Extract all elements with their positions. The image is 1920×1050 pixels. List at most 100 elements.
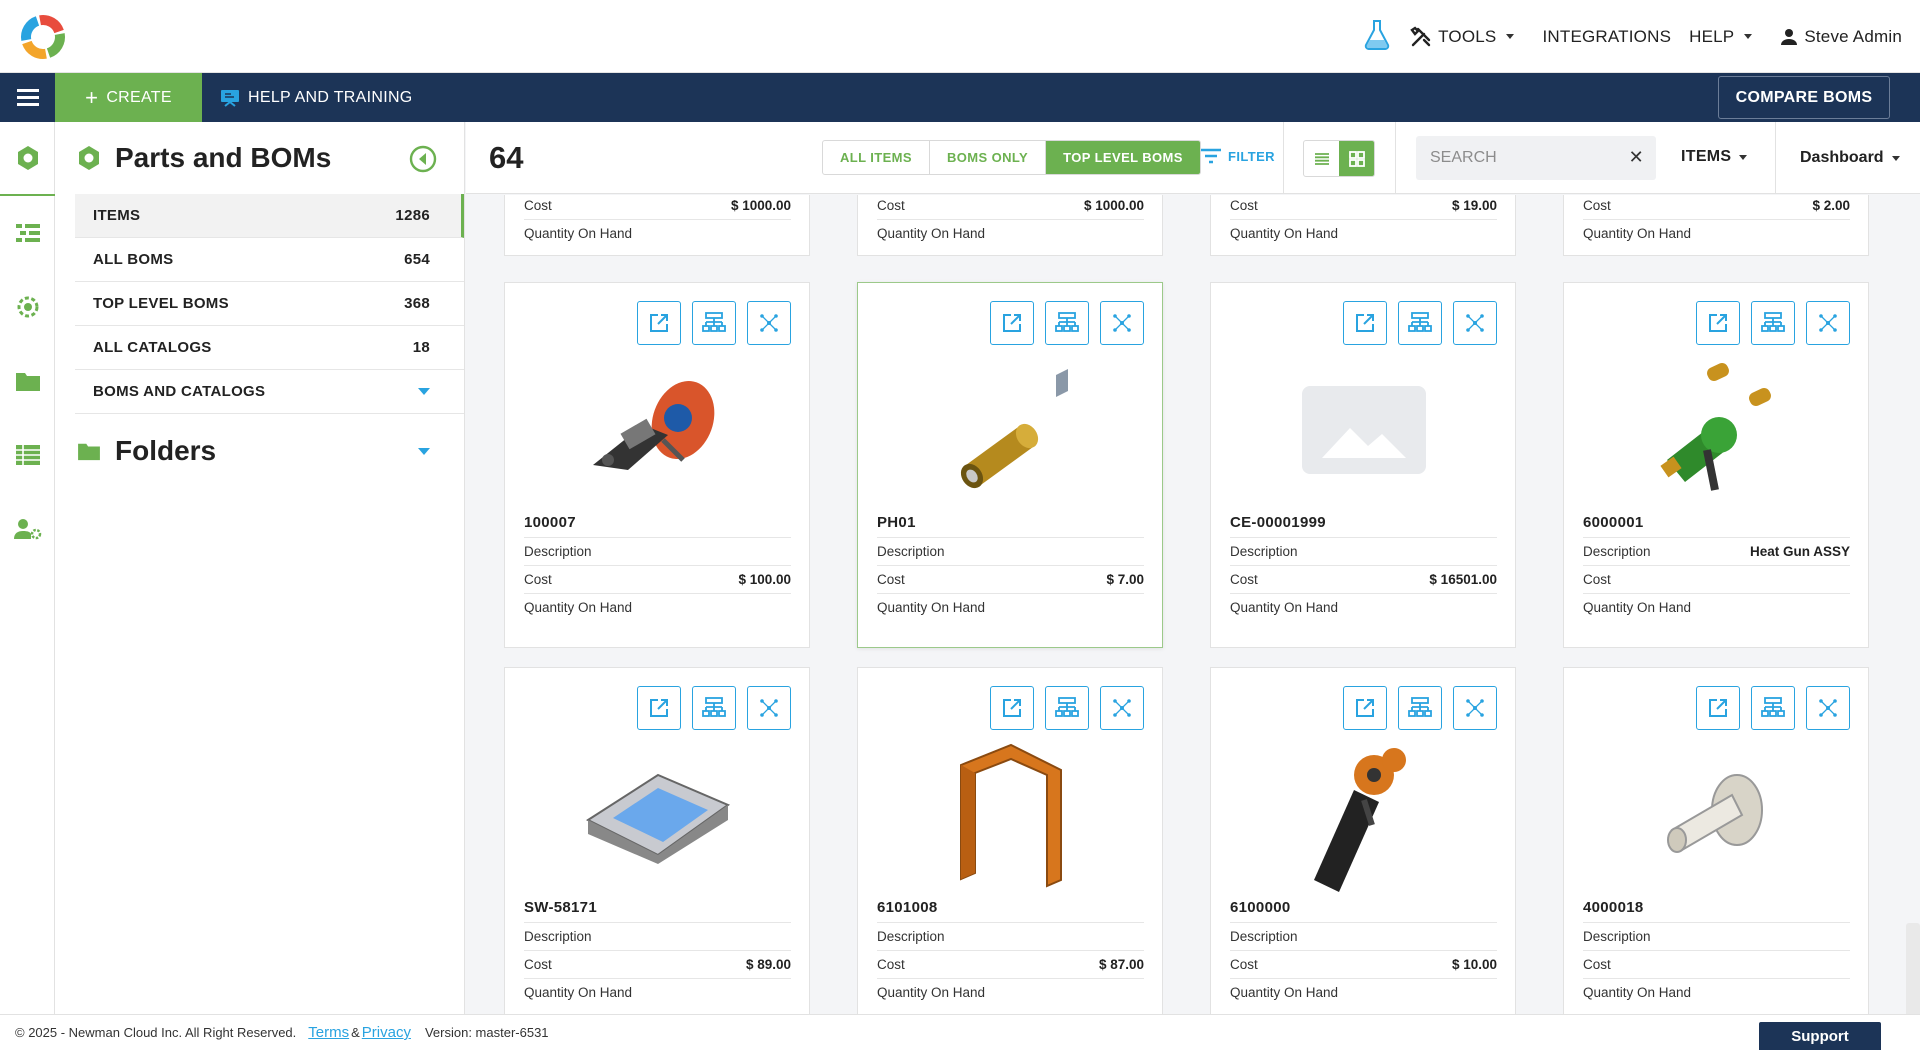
items-dropdown[interactable]: ITEMS [1681,148,1748,166]
segment-top-level-boms[interactable]: TOP LEVEL BOMS [1046,141,1200,174]
where-used-button[interactable] [1453,686,1497,730]
item-card[interactable]: Cost $ 1000.00 Quantity On Hand [504,195,810,256]
open-item-button[interactable] [990,686,1034,730]
menu-icon[interactable] [0,73,55,122]
sidebar-item-top-level-boms[interactable]: TOP LEVEL BOMS 368 [75,282,464,326]
chevron-down-icon [1744,34,1753,39]
part-number[interactable]: CE-00001999 [1230,514,1326,531]
hierarchy-icon [1055,697,1079,717]
cost-value: $ 87.00 [1098,957,1144,972]
item-card[interactable]: 4000018 Description Cost Quantity On Han… [1563,667,1869,1014]
segment-all-items[interactable]: ALL ITEMS [823,141,930,174]
segment-boms-only[interactable]: BOMS ONLY [930,141,1047,174]
list-view-button[interactable] [1304,141,1339,176]
search-box: ✕ [1416,136,1656,180]
item-card[interactable]: 6101008 Description Cost $ 87.00 Quantity… [857,667,1163,1014]
open-item-button[interactable] [990,301,1034,345]
rail-user-settings[interactable] [0,492,55,566]
item-card[interactable]: CE-00001999 Description Cost $ 16501.00 Q… [1210,282,1516,648]
part-number[interactable]: 4000018 [1583,899,1644,916]
chevron-down-icon[interactable] [418,447,430,455]
sidebar-item-boms-and-catalogs[interactable]: BOMS AND CATALOGS [75,370,464,414]
bom-tree-button[interactable] [1045,301,1089,345]
collapse-sidebar-icon[interactable] [408,144,438,174]
dashboard-dropdown[interactable]: Dashboard [1800,149,1900,167]
where-used-button[interactable] [1100,301,1144,345]
open-item-button[interactable] [1696,301,1740,345]
part-number[interactable]: 6100000 [1230,899,1291,916]
item-card[interactable]: Cost $ 2.00 Quantity On Hand [1563,195,1869,256]
item-card[interactable]: 6100000 Description Cost $ 10.00 Quantity… [1210,667,1516,1014]
part-number[interactable]: 6101008 [877,899,938,916]
support-button[interactable]: Support [1759,1022,1881,1050]
hierarchy-icon [702,312,726,332]
help-menu[interactable]: HELP [1689,27,1753,47]
open-item-button[interactable] [1343,301,1387,345]
item-card-selected[interactable]: PH01 Description Cost $ 7.00 Quantity On … [857,282,1163,648]
where-used-button[interactable] [1453,301,1497,345]
where-used-button[interactable] [1806,686,1850,730]
item-card[interactable]: 100007 Description Cost $ 100.00 Quantity… [504,282,810,648]
where-used-button[interactable] [747,686,791,730]
item-thumbnail[interactable] [858,345,1164,515]
item-thumbnail[interactable] [505,730,811,900]
part-number[interactable]: 100007 [524,514,576,531]
item-thumbnail[interactable] [1564,730,1870,900]
create-button[interactable]: + CREATE [55,73,202,122]
grid-view-button[interactable] [1339,141,1374,176]
app-logo[interactable] [18,12,68,62]
part-number[interactable]: SW-58171 [524,899,597,916]
integrations-link[interactable]: INTEGRATIONS [1542,27,1671,47]
item-card[interactable]: SW-58171 Description Cost $ 89.00 Quantit… [504,667,810,1014]
sidebar-item-items[interactable]: ITEMS 1286 [75,194,464,238]
rail-folders[interactable] [0,344,55,418]
sheet-bracket-image [960,743,1062,888]
item-thumbnail[interactable] [858,730,1164,900]
bom-tree-button[interactable] [1398,686,1442,730]
bom-tree-button[interactable] [1751,301,1795,345]
tools-menu[interactable]: TOOLS [1410,25,1515,48]
bom-tree-button[interactable] [692,686,736,730]
where-used-button[interactable] [1806,301,1850,345]
chevron-down-icon[interactable] [418,388,430,395]
rail-settings[interactable] [0,270,55,344]
rail-table[interactable] [0,418,55,492]
open-item-button[interactable] [637,686,681,730]
scrollbar-thumb[interactable] [1906,923,1920,1014]
rail-bom-list[interactable] [0,196,55,270]
bom-tree-button[interactable] [1751,686,1795,730]
folders-section[interactable]: Folders [55,414,464,488]
help-and-training-button[interactable]: HELP AND TRAINING [220,73,413,122]
filter-button[interactable]: FILTER [1200,148,1275,164]
open-item-button[interactable] [637,301,681,345]
hierarchy-icon [702,697,726,717]
search-input[interactable] [1430,149,1610,167]
item-card[interactable]: Cost $ 1000.00 Quantity On Hand [857,195,1163,256]
open-item-button[interactable] [1343,686,1387,730]
sidebar-item-all-boms[interactable]: ALL BOMS 654 [75,238,464,282]
user-menu[interactable]: Steve Admin [1780,27,1902,47]
clear-search-icon[interactable]: ✕ [1629,147,1644,168]
cost-label: Cost [1230,572,1258,587]
open-item-button[interactable] [1696,686,1740,730]
bom-tree-button[interactable] [692,301,736,345]
where-used-button[interactable] [747,301,791,345]
where-used-button[interactable] [1100,686,1144,730]
item-thumbnail[interactable] [1564,345,1870,515]
privacy-link[interactable]: Privacy [362,1024,411,1041]
compare-boms-button[interactable]: COMPARE BOMS [1718,76,1890,119]
bom-tree-button[interactable] [1398,301,1442,345]
sidebar-item-all-catalogs[interactable]: ALL CATALOGS 18 [75,326,464,370]
item-thumbnail[interactable] [1211,345,1517,515]
handheld-device-image [585,773,731,864]
item-card[interactable]: 6000001 Description Heat Gun ASSY Cost Qu… [1563,282,1869,648]
item-card[interactable]: Cost $ 19.00 Quantity On Hand [1210,195,1516,256]
part-number[interactable]: 6000001 [1583,514,1644,531]
item-thumbnail[interactable] [1211,730,1517,900]
bom-tree-button[interactable] [1045,686,1089,730]
part-number[interactable]: PH01 [877,514,916,531]
item-thumbnail[interactable] [505,345,811,515]
rail-parts[interactable] [0,122,55,196]
flask-icon[interactable] [1362,18,1392,55]
terms-link[interactable]: Terms [308,1024,349,1041]
